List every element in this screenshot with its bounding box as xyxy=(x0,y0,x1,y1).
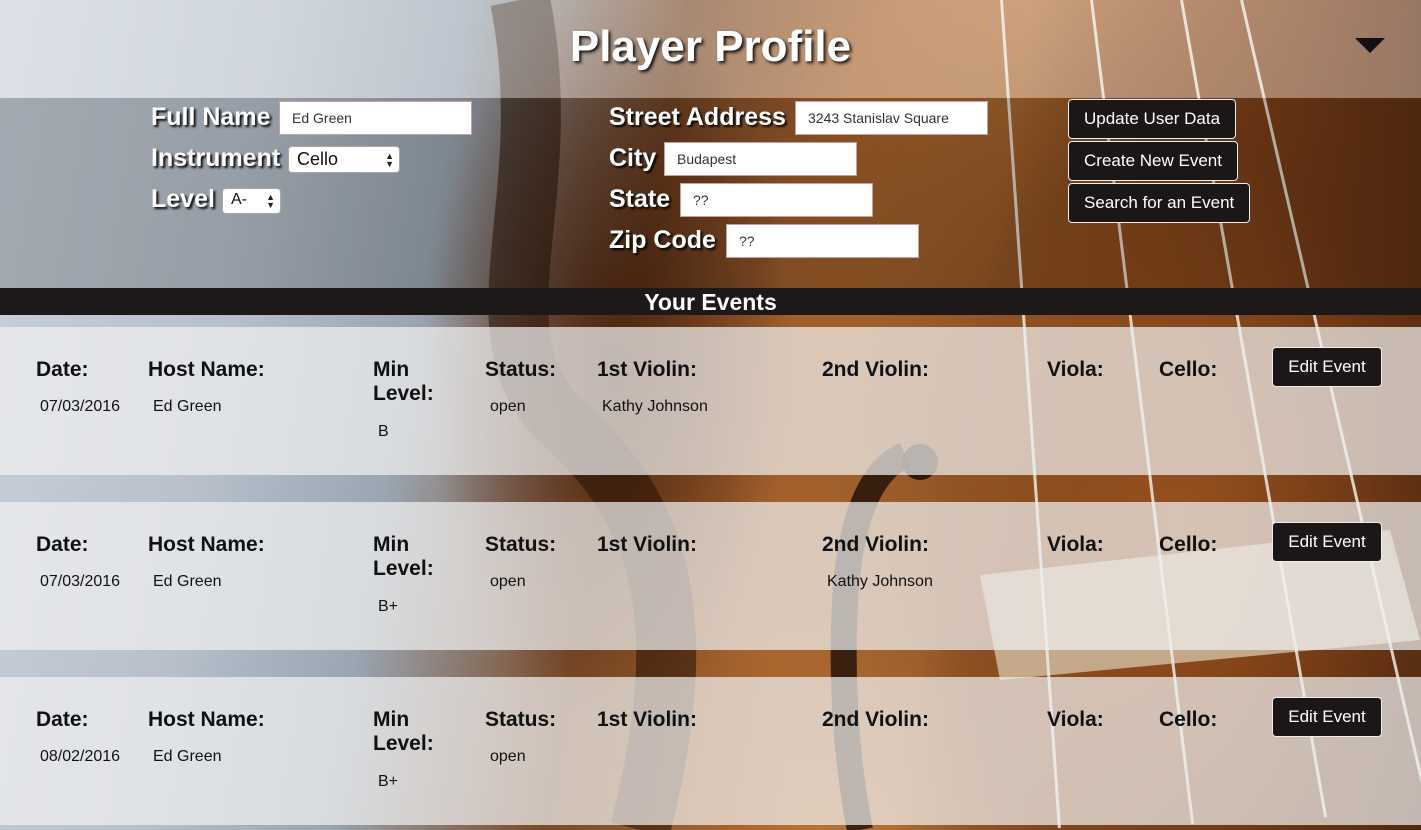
min-level-header: Min Level: xyxy=(373,358,434,405)
zip-code-label: Zip Code xyxy=(609,226,716,254)
select-arrows-icon: ▲ ▼ xyxy=(385,150,394,169)
viola-header: Viola: xyxy=(1047,533,1104,556)
event-first-violin: Kathy Johnson xyxy=(602,398,708,415)
event-card: Date: Host Name: Min Level: Status: 1st … xyxy=(0,677,1421,825)
first-violin-header: 1st Violin: xyxy=(597,358,697,381)
first-violin-header: 1st Violin: xyxy=(597,708,697,731)
event-host: Ed Green xyxy=(153,748,222,765)
caret-down-icon xyxy=(1355,38,1385,53)
status-header: Status: xyxy=(485,358,557,381)
city-input[interactable] xyxy=(664,142,857,176)
edit-event-button[interactable]: Edit Event xyxy=(1272,697,1382,737)
select-arrows-icon: ▲ ▼ xyxy=(266,192,275,210)
host-name-header: Host Name: xyxy=(148,708,265,731)
dropdown-menu-toggle[interactable] xyxy=(1355,38,1385,54)
host-name-header: Host Name: xyxy=(148,533,265,556)
event-card: Date: Host Name: Min Level: Status: 1st … xyxy=(0,502,1421,650)
state-input[interactable] xyxy=(680,183,873,217)
cello-header: Cello: xyxy=(1159,533,1218,556)
event-min-level: B+ xyxy=(378,773,399,790)
second-violin-header: 2nd Violin: xyxy=(822,358,929,381)
event-date: 08/02/2016 xyxy=(40,748,121,765)
host-name-header: Host Name: xyxy=(148,358,265,381)
min-level-header: Min Level: xyxy=(373,708,434,755)
page-background: Player Profile Full Name Instrument Cell… xyxy=(0,0,1421,830)
update-user-data-button[interactable]: Update User Data xyxy=(1068,99,1237,139)
level-label: Level xyxy=(151,185,215,213)
cello-header: Cello: xyxy=(1159,708,1218,731)
events-header: Your Events xyxy=(0,288,1421,315)
event-second-violin: Kathy Johnson xyxy=(827,573,933,590)
edit-event-button[interactable]: Edit Event xyxy=(1272,347,1382,387)
create-new-event-button[interactable]: Create New Event xyxy=(1068,141,1238,181)
event-date: 07/03/2016 xyxy=(40,398,121,415)
event-status: open xyxy=(490,748,526,765)
date-header: Date: xyxy=(36,533,89,556)
event-host: Ed Green xyxy=(153,398,222,415)
status-header: Status: xyxy=(485,708,557,731)
event-date: 07/03/2016 xyxy=(40,573,121,590)
city-label: City xyxy=(609,144,657,172)
date-header: Date: xyxy=(36,358,89,381)
date-header: Date: xyxy=(36,708,89,731)
instrument-select[interactable]: Cello ▲ ▼ xyxy=(288,146,400,173)
level-select[interactable]: A- ▲ ▼ xyxy=(222,188,281,214)
event-min-level: B+ xyxy=(378,598,399,615)
page-title: Player Profile xyxy=(569,22,852,71)
first-violin-header: 1st Violin: xyxy=(597,533,697,556)
edit-event-button[interactable]: Edit Event xyxy=(1272,522,1382,562)
level-select-value: A- xyxy=(231,191,247,208)
instrument-select-value: Cello xyxy=(297,149,339,169)
search-event-button[interactable]: Search for an Event xyxy=(1068,183,1251,223)
event-card: Date: Host Name: Min Level: Status: 1st … xyxy=(0,327,1421,475)
cello-header: Cello: xyxy=(1159,358,1218,381)
event-host: Ed Green xyxy=(153,573,222,590)
instrument-label: Instrument xyxy=(151,144,281,172)
street-address-label: Street Address xyxy=(609,103,786,131)
event-min-level: B xyxy=(378,423,389,440)
state-label: State xyxy=(609,185,671,213)
second-violin-header: 2nd Violin: xyxy=(822,708,929,731)
event-status: open xyxy=(490,398,526,415)
viola-header: Viola: xyxy=(1047,358,1104,381)
full-name-label: Full Name xyxy=(151,103,271,131)
viola-header: Viola: xyxy=(1047,708,1104,731)
second-violin-header: 2nd Violin: xyxy=(822,533,929,556)
status-header: Status: xyxy=(485,533,557,556)
zip-code-input[interactable] xyxy=(726,224,919,258)
street-address-input[interactable] xyxy=(795,101,988,135)
event-status: open xyxy=(490,573,526,590)
events-title: Your Events xyxy=(644,289,777,315)
min-level-header: Min Level: xyxy=(373,533,434,580)
full-name-input[interactable] xyxy=(279,101,472,135)
